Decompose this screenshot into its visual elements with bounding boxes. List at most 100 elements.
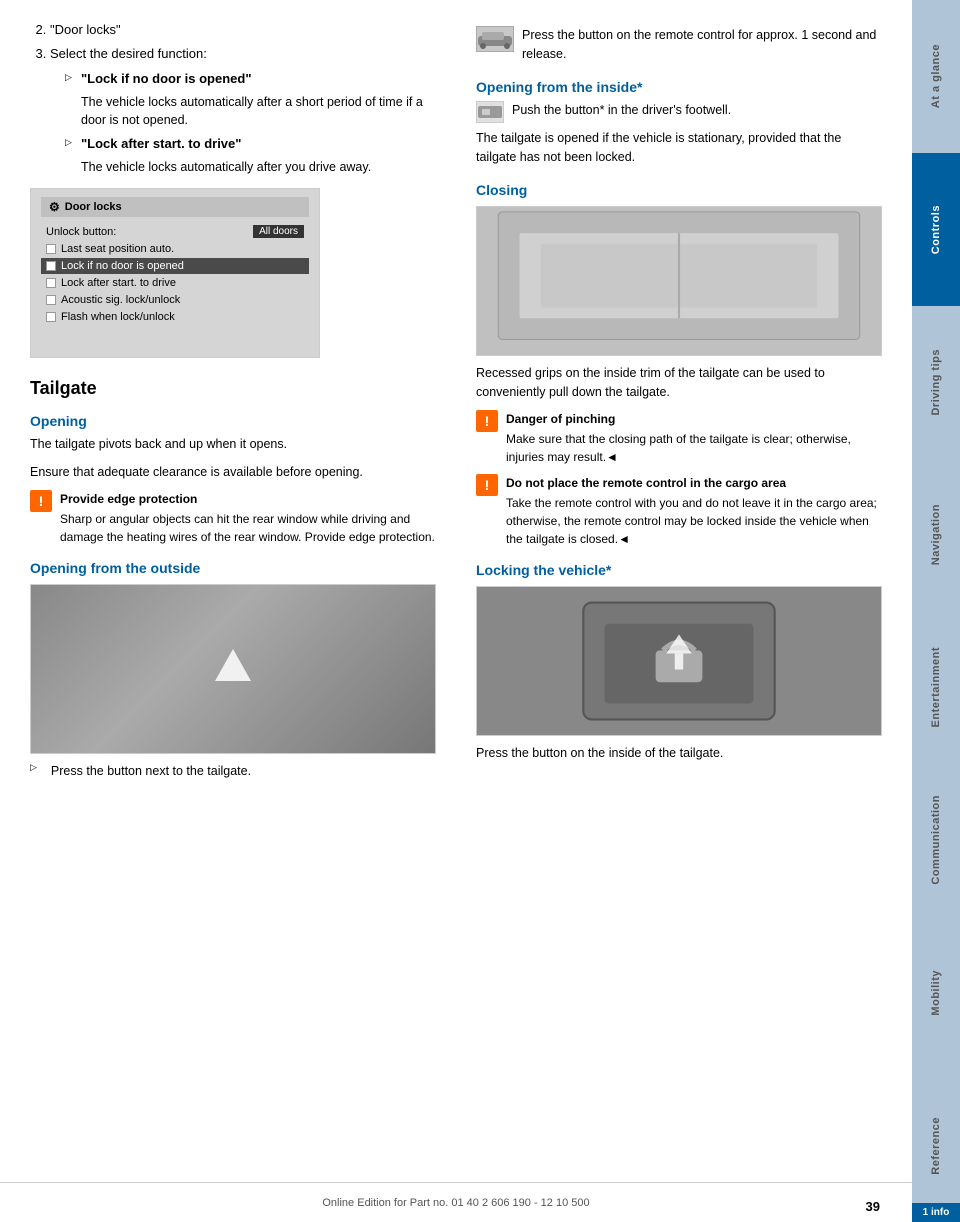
main-list: "Door locks" Select the desired function… bbox=[30, 20, 436, 176]
sub-item-1: "Lock if no door is opened" The vehicle … bbox=[65, 69, 436, 130]
label-last-seat: Last seat position auto. bbox=[61, 243, 304, 255]
row-last-seat: Last seat position auto. bbox=[41, 241, 309, 257]
sub-list: "Lock if no door is opened" The vehicle … bbox=[50, 69, 436, 176]
warning-detail-1: Sharp or angular objects can hit the rea… bbox=[60, 512, 435, 544]
sidebar-tab-mobility[interactable]: Mobility bbox=[912, 917, 960, 1070]
opening-from-inside-text: Push the button* in the driver's footwel… bbox=[512, 101, 731, 120]
right-column: Press the button on the remote control f… bbox=[466, 20, 882, 1162]
press-button-text: Press the button next to the tailgate. bbox=[51, 762, 251, 781]
footwell-icon bbox=[476, 101, 504, 123]
row-lock-start: Lock after start. to drive bbox=[41, 275, 309, 291]
checkbox-acoustic[interactable] bbox=[46, 295, 56, 305]
opening-outside-image bbox=[30, 584, 436, 754]
sidebar-tab-reference[interactable]: Reference bbox=[912, 1069, 960, 1222]
checkbox-lock-start[interactable] bbox=[46, 278, 56, 288]
car-icon-svg bbox=[477, 28, 513, 50]
closing-image bbox=[476, 206, 882, 356]
remote-note-row: Press the button on the remote control f… bbox=[476, 26, 882, 65]
label-flash: Flash when lock/unlock bbox=[61, 311, 304, 323]
sidebar-tab-navigation[interactable]: Navigation bbox=[912, 458, 960, 611]
sidebar-tab-driving-tips-label: Driving tips bbox=[930, 349, 942, 416]
label-lock-start: Lock after start. to drive bbox=[61, 277, 304, 289]
arrow-up-icon bbox=[215, 649, 251, 681]
warning-text-3: Do not place the remote control in the c… bbox=[506, 474, 882, 548]
sidebar-tab-entertainment[interactable]: Entertainment bbox=[912, 611, 960, 764]
sidebar-tab-communication[interactable]: Communication bbox=[912, 764, 960, 917]
inside-button-row: Push the button* in the driver's footwel… bbox=[476, 101, 882, 123]
warning-title-3: Do not place the remote control in the c… bbox=[506, 474, 882, 492]
warning-icon-3: ! bbox=[476, 474, 498, 496]
press-button-row: ▷ Press the button next to the tailgate. bbox=[30, 762, 436, 781]
warning-icon-1: ! bbox=[30, 490, 52, 512]
closing-image-svg bbox=[477, 207, 881, 355]
opening-heading: Opening bbox=[30, 413, 436, 429]
warning-remote-cargo: ! Do not place the remote control in the… bbox=[476, 474, 882, 548]
sub-item-2-detail: The vehicle locks automatically after yo… bbox=[81, 158, 436, 177]
opening-from-inside-heading: Opening from the inside* bbox=[476, 79, 882, 95]
sidebar-tab-entertainment-label: Entertainment bbox=[930, 647, 942, 727]
page-number: 39 bbox=[866, 1199, 880, 1214]
sidebar-tab-driving-tips[interactable]: Driving tips bbox=[912, 306, 960, 459]
warning-detail-2: Make sure that the closing path of the t… bbox=[506, 432, 851, 464]
list-item-3: Select the desired function: "Lock if no… bbox=[50, 44, 436, 177]
locking-image bbox=[476, 586, 882, 736]
checkbox-flash[interactable] bbox=[46, 312, 56, 322]
arrow-icon: ▷ bbox=[30, 762, 37, 773]
sidebar-tab-controls[interactable]: Controls bbox=[912, 153, 960, 306]
closing-heading: Closing bbox=[476, 182, 882, 198]
locking-image-svg bbox=[477, 587, 881, 735]
list-item-2-text: "Door locks" bbox=[50, 22, 121, 37]
closing-text: Recessed grips on the inside trim of the… bbox=[476, 364, 882, 403]
opening-from-outside-heading: Opening from the outside bbox=[30, 560, 436, 576]
tailgate-heading: Tailgate bbox=[30, 378, 436, 399]
page-wrapper: "Door locks" Select the desired function… bbox=[0, 0, 960, 1222]
warning-pinching: ! Danger of pinching Make sure that the … bbox=[476, 410, 882, 466]
sub-item-1-label: "Lock if no door is opened" bbox=[81, 71, 252, 86]
opening-text2: Ensure that adequate clearance is availa… bbox=[30, 463, 436, 482]
checkbox-last-seat[interactable] bbox=[46, 244, 56, 254]
opening-text1: The tailgate pivots back and up when it … bbox=[30, 435, 436, 454]
checkbox-lock-no-door[interactable] bbox=[46, 261, 56, 271]
warning-title-1: Provide edge protection bbox=[60, 490, 436, 508]
main-content: "Door locks" Select the desired function… bbox=[0, 0, 912, 1222]
sidebar-tab-at-a-glance[interactable]: At a glance bbox=[912, 0, 960, 153]
two-col-layout: "Door locks" Select the desired function… bbox=[30, 20, 882, 1162]
warning-edge-protection: ! Provide edge protection Sharp or angul… bbox=[30, 490, 436, 546]
door-locks-title: Door locks bbox=[65, 201, 122, 213]
sidebar-tab-reference-label: Reference bbox=[930, 1117, 942, 1175]
door-locks-title-bar: ⚙ Door locks bbox=[41, 197, 309, 217]
sidebar-tab-at-a-glance-label: At a glance bbox=[930, 44, 942, 108]
row-flash: Flash when lock/unlock bbox=[41, 309, 309, 325]
warning-text-1: Provide edge protection Sharp or angular… bbox=[60, 490, 436, 546]
left-column: "Door locks" Select the desired function… bbox=[30, 20, 446, 1162]
warning-text-2: Danger of pinching Make sure that the cl… bbox=[506, 410, 882, 466]
row-lock-no-door: Lock if no door is opened bbox=[41, 258, 309, 274]
row-acoustic: Acoustic sig. lock/unlock bbox=[41, 292, 309, 308]
footwell-icon-svg bbox=[477, 103, 503, 121]
page-footer: Online Edition for Part no. 01 40 2 606 … bbox=[0, 1182, 912, 1222]
list-item-2: "Door locks" bbox=[50, 20, 436, 40]
sidebar-tab-mobility-label: Mobility bbox=[930, 970, 942, 1016]
label-acoustic: Acoustic sig. lock/unlock bbox=[61, 294, 304, 306]
list-item-3-text: Select the desired function: bbox=[50, 46, 207, 61]
footer-text: Online Edition for Part no. 01 40 2 606 … bbox=[322, 1197, 589, 1209]
remote-note-text: Press the button on the remote control f… bbox=[522, 26, 882, 65]
tailgate-stationary-text: The tailgate is opened if the vehicle is… bbox=[476, 129, 882, 168]
unlock-value: All doors bbox=[253, 225, 304, 238]
sidebar: At a glance Controls Driving tips Naviga… bbox=[912, 0, 960, 1222]
locking-text: Press the button on the inside of the ta… bbox=[476, 744, 882, 763]
sub-item-1-detail: The vehicle locks automatically after a … bbox=[81, 93, 436, 131]
info-badge: 1 info bbox=[912, 1203, 960, 1222]
unlock-label: Unlock button: bbox=[46, 226, 253, 238]
warning-icon-2: ! bbox=[476, 410, 498, 432]
sidebar-tab-controls-label: Controls bbox=[930, 205, 942, 254]
warning-detail-3: Take the remote control with you and do … bbox=[506, 496, 877, 546]
unlock-button-row: Unlock button: All doors bbox=[41, 223, 309, 240]
sub-item-2: "Lock after start. to drive" The vehicle… bbox=[65, 134, 436, 176]
gear-icon: ⚙ bbox=[49, 200, 60, 214]
sidebar-tab-navigation-label: Navigation bbox=[930, 504, 942, 565]
label-lock-no-door: Lock if no door is opened bbox=[61, 260, 304, 272]
door-locks-screenshot: ⚙ Door locks Unlock button: All doors La… bbox=[30, 188, 320, 358]
locking-heading: Locking the vehicle* bbox=[476, 562, 882, 578]
sub-item-2-label: "Lock after start. to drive" bbox=[81, 136, 241, 151]
